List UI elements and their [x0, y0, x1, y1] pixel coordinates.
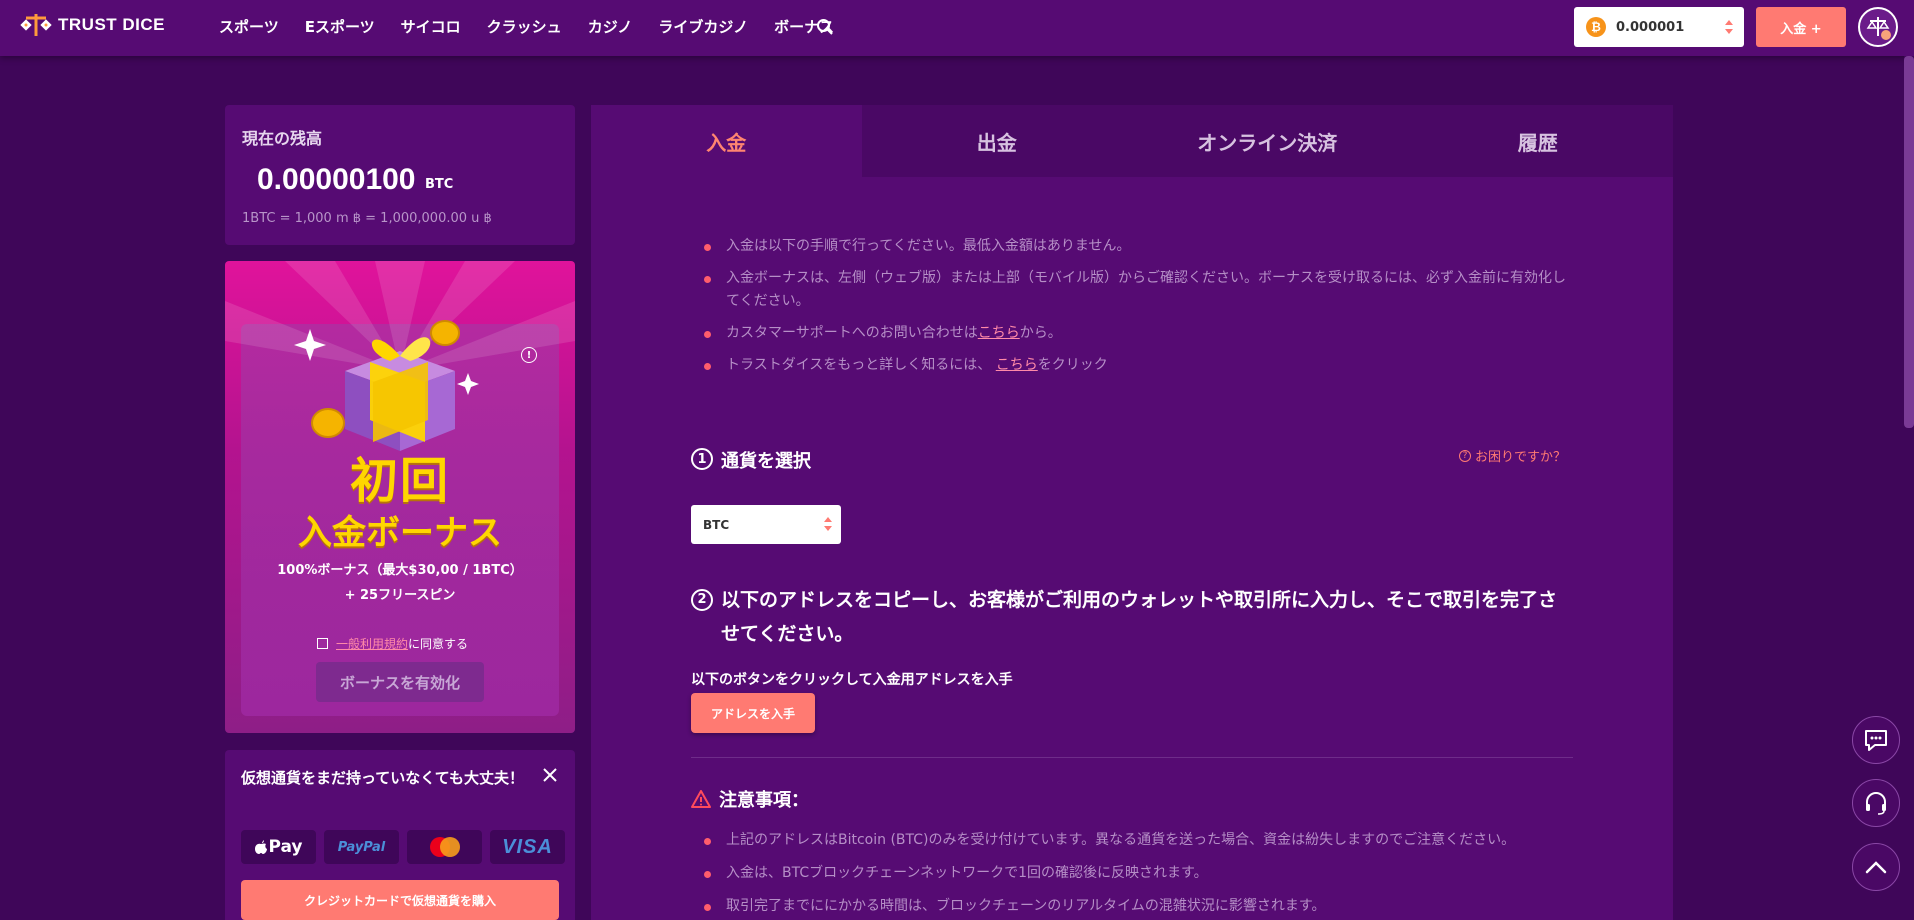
help-link[interactable]: ? お困りですか？	[1459, 446, 1566, 465]
step2-header: 2 以下のアドレスをコピーし、お客様がご利用のウォレットや取引所に入力し、そこで…	[691, 583, 1571, 651]
info-icon[interactable]: !	[521, 347, 537, 363]
caution-title: 注意事項：	[719, 790, 809, 811]
close-icon[interactable]	[543, 768, 557, 782]
nav-crash[interactable]: クラッシュ	[487, 16, 562, 37]
tab-withdraw[interactable]: 出金	[862, 105, 1133, 177]
list-item: 入金は、BTCブロックチェーンネットワークで1回の確認後に反映されます。	[696, 862, 1566, 885]
wallet-balance-value: 0.000001	[1616, 19, 1685, 35]
visa-label: VISA	[502, 835, 553, 858]
list-item: 上記のアドレスはBitcoin (BTC)のみを受け付けています。異なる通貨を送…	[696, 829, 1566, 852]
chat-button[interactable]	[1852, 716, 1900, 764]
apple-pay-badge: Pay	[241, 830, 316, 864]
note-text: カスタマーサポートへのお問い合わせは	[726, 325, 978, 341]
buy-crypto-title: 仮想通貨をまだ持っていなくても大丈夫！	[241, 769, 525, 787]
nav-sports[interactable]: スポーツ	[219, 16, 279, 37]
learn-more-link[interactable]: こちら	[996, 357, 1038, 373]
step1-number: 1	[691, 448, 713, 470]
wallet-currency-select[interactable]: ₿ 0.000001	[1574, 7, 1744, 47]
balance-card: 現在の残高 0.00000100 BTC 1BTC = 1,000 m ฿ = …	[225, 105, 575, 245]
note-text: から。	[1019, 325, 1062, 341]
terms-suffix: に同意する	[408, 637, 469, 651]
balance-amount: 0.00000100	[257, 163, 416, 196]
updown-icon	[824, 517, 832, 531]
support-link[interactable]: こちら	[978, 325, 1020, 341]
activate-bonus-button[interactable]: ボーナスを有効化	[316, 662, 484, 702]
balance-unit: BTC	[425, 177, 454, 192]
nav-dice[interactable]: サイコロ	[401, 16, 461, 37]
list-item: 入金は以下の手順で行ってください。最低入金額はありません。	[696, 235, 1566, 258]
warning-icon	[691, 790, 711, 808]
paypal-badge: PayPal	[324, 830, 399, 864]
updown-icon	[1725, 20, 1733, 34]
gift-icon	[294, 320, 479, 451]
logo[interactable]: TRUST DICE	[20, 12, 165, 38]
terms-link[interactable]: 一般利用規約	[336, 637, 408, 651]
step2-title: 以下のアドレスをコピーし、お客様がご利用のウォレットや取引所に入力し、そこで取引…	[721, 589, 1558, 645]
chat-icon	[1865, 730, 1887, 751]
apple-pay-label: Pay	[268, 837, 303, 857]
list-item: 取引完了までににかかる時間は、ブロックチェーンのリアルタイムの混雑状況に影響され…	[696, 895, 1566, 918]
chevron-up-icon	[1865, 861, 1887, 874]
support-button[interactable]	[1852, 779, 1900, 827]
scrollbar-thumb[interactable]	[1904, 56, 1914, 428]
step1-header: 1 通貨を選択	[691, 447, 811, 473]
tab-deposit[interactable]: 入金	[591, 105, 862, 177]
headset-icon	[1866, 792, 1886, 815]
balance-title: 現在の残高	[242, 129, 323, 148]
btc-coin-icon: ₿	[1586, 17, 1606, 37]
deposit-notes: 入金は以下の手順で行ってください。最低入金額はありません。 入金ボーナスは、左側…	[696, 235, 1566, 386]
nav-live-casino[interactable]: ライブカジノ	[658, 16, 748, 37]
step2-number: 2	[691, 589, 713, 611]
tab-online-payment[interactable]: オンライン決済	[1132, 105, 1403, 177]
terms-checkbox[interactable]	[317, 638, 328, 649]
tab-bar: 入金 出金 オンライン決済 履歴	[591, 105, 1673, 177]
caution-notes: 上記のアドレスはBitcoin (BTC)のみを受け付けています。異なる通貨を送…	[696, 829, 1566, 920]
header-deposit-button[interactable]: 入金 +	[1756, 7, 1846, 47]
nav-casino[interactable]: カジノ	[588, 16, 633, 37]
avatar-icon	[1866, 17, 1891, 40]
terms-agreement: 一般利用規約に同意する	[317, 635, 468, 652]
mastercard-badge	[407, 830, 482, 864]
deposit-panel: 入金 出金 オンライン決済 履歴 入金は以下の手順で行ってください。最低入金額は…	[591, 105, 1673, 920]
search-icon[interactable]	[816, 18, 834, 36]
caution-header: 注意事項：	[691, 786, 809, 812]
bonus-description: 100%ボーナス（最大$30,00 / 1BTC）	[277, 563, 523, 578]
help-link-label: お困りですか？	[1475, 450, 1567, 465]
get-address-button[interactable]: アドレスを入手	[691, 693, 815, 733]
apple-icon	[255, 840, 268, 854]
note-text: をクリック	[1037, 357, 1108, 373]
bonus-title-deposit: 入金ボーナス	[298, 513, 502, 553]
buy-crypto-button[interactable]: クレジットカードで仮想通貨を購入	[241, 880, 559, 920]
payment-methods: Pay PayPal VISA	[241, 830, 565, 864]
first-deposit-bonus-card: ! 初回 入金ボーナス 100%ボーナス（最大$30,00 / 1BTC） + …	[225, 261, 575, 733]
note-text: トラストダイスをもっと詳しく知るには、	[726, 357, 996, 373]
scroll-top-button[interactable]	[1852, 843, 1900, 891]
tab-history[interactable]: 履歴	[1403, 105, 1674, 177]
logo-text: TRUST DICE	[58, 15, 165, 34]
currency-select-value: BTC	[703, 517, 730, 532]
balance-rate: 1BTC = 1,000 m ฿ = 1,000,000.00 u ฿	[242, 211, 492, 226]
list-item: トラストダイスをもっと詳しく知るには、 こちらをクリック	[696, 354, 1566, 377]
avatar[interactable]	[1858, 7, 1898, 47]
nav-esports[interactable]: Eスポーツ	[305, 16, 375, 37]
visa-badge: VISA	[490, 830, 565, 864]
list-item: カスタマーサポートへのお問い合わせはこちらから。	[696, 322, 1566, 345]
address-hint: 以下のボタンをクリックして入金用アドレスを入手	[691, 672, 1013, 688]
bonus-title-first: 初回	[349, 453, 450, 509]
divider	[691, 757, 1573, 758]
help-icon: ?	[1459, 449, 1471, 462]
currency-select[interactable]: BTC	[691, 505, 841, 544]
step1-title: 通貨を選択	[721, 451, 811, 472]
bonus-free-spins: + 25フリースピン	[344, 588, 456, 603]
logo-icon	[20, 14, 52, 36]
mastercard-icon	[429, 837, 460, 857]
top-header: TRUST DICE スポーツ Eスポーツ サイコロ クラッシュ カジノ ライブ…	[0, 0, 1914, 56]
main-nav: スポーツ Eスポーツ サイコロ クラッシュ カジノ ライブカジノ ボーナス	[219, 16, 860, 37]
paypal-label: PayPal	[337, 839, 386, 855]
list-item: 入金ボーナスは、左側（ウェブ版）または上部（モバイル版）からご確認ください。ボー…	[696, 267, 1566, 313]
buy-crypto-card: 仮想通貨をまだ持っていなくても大丈夫！ Pay PayPal VISA クレジッ…	[225, 750, 575, 920]
